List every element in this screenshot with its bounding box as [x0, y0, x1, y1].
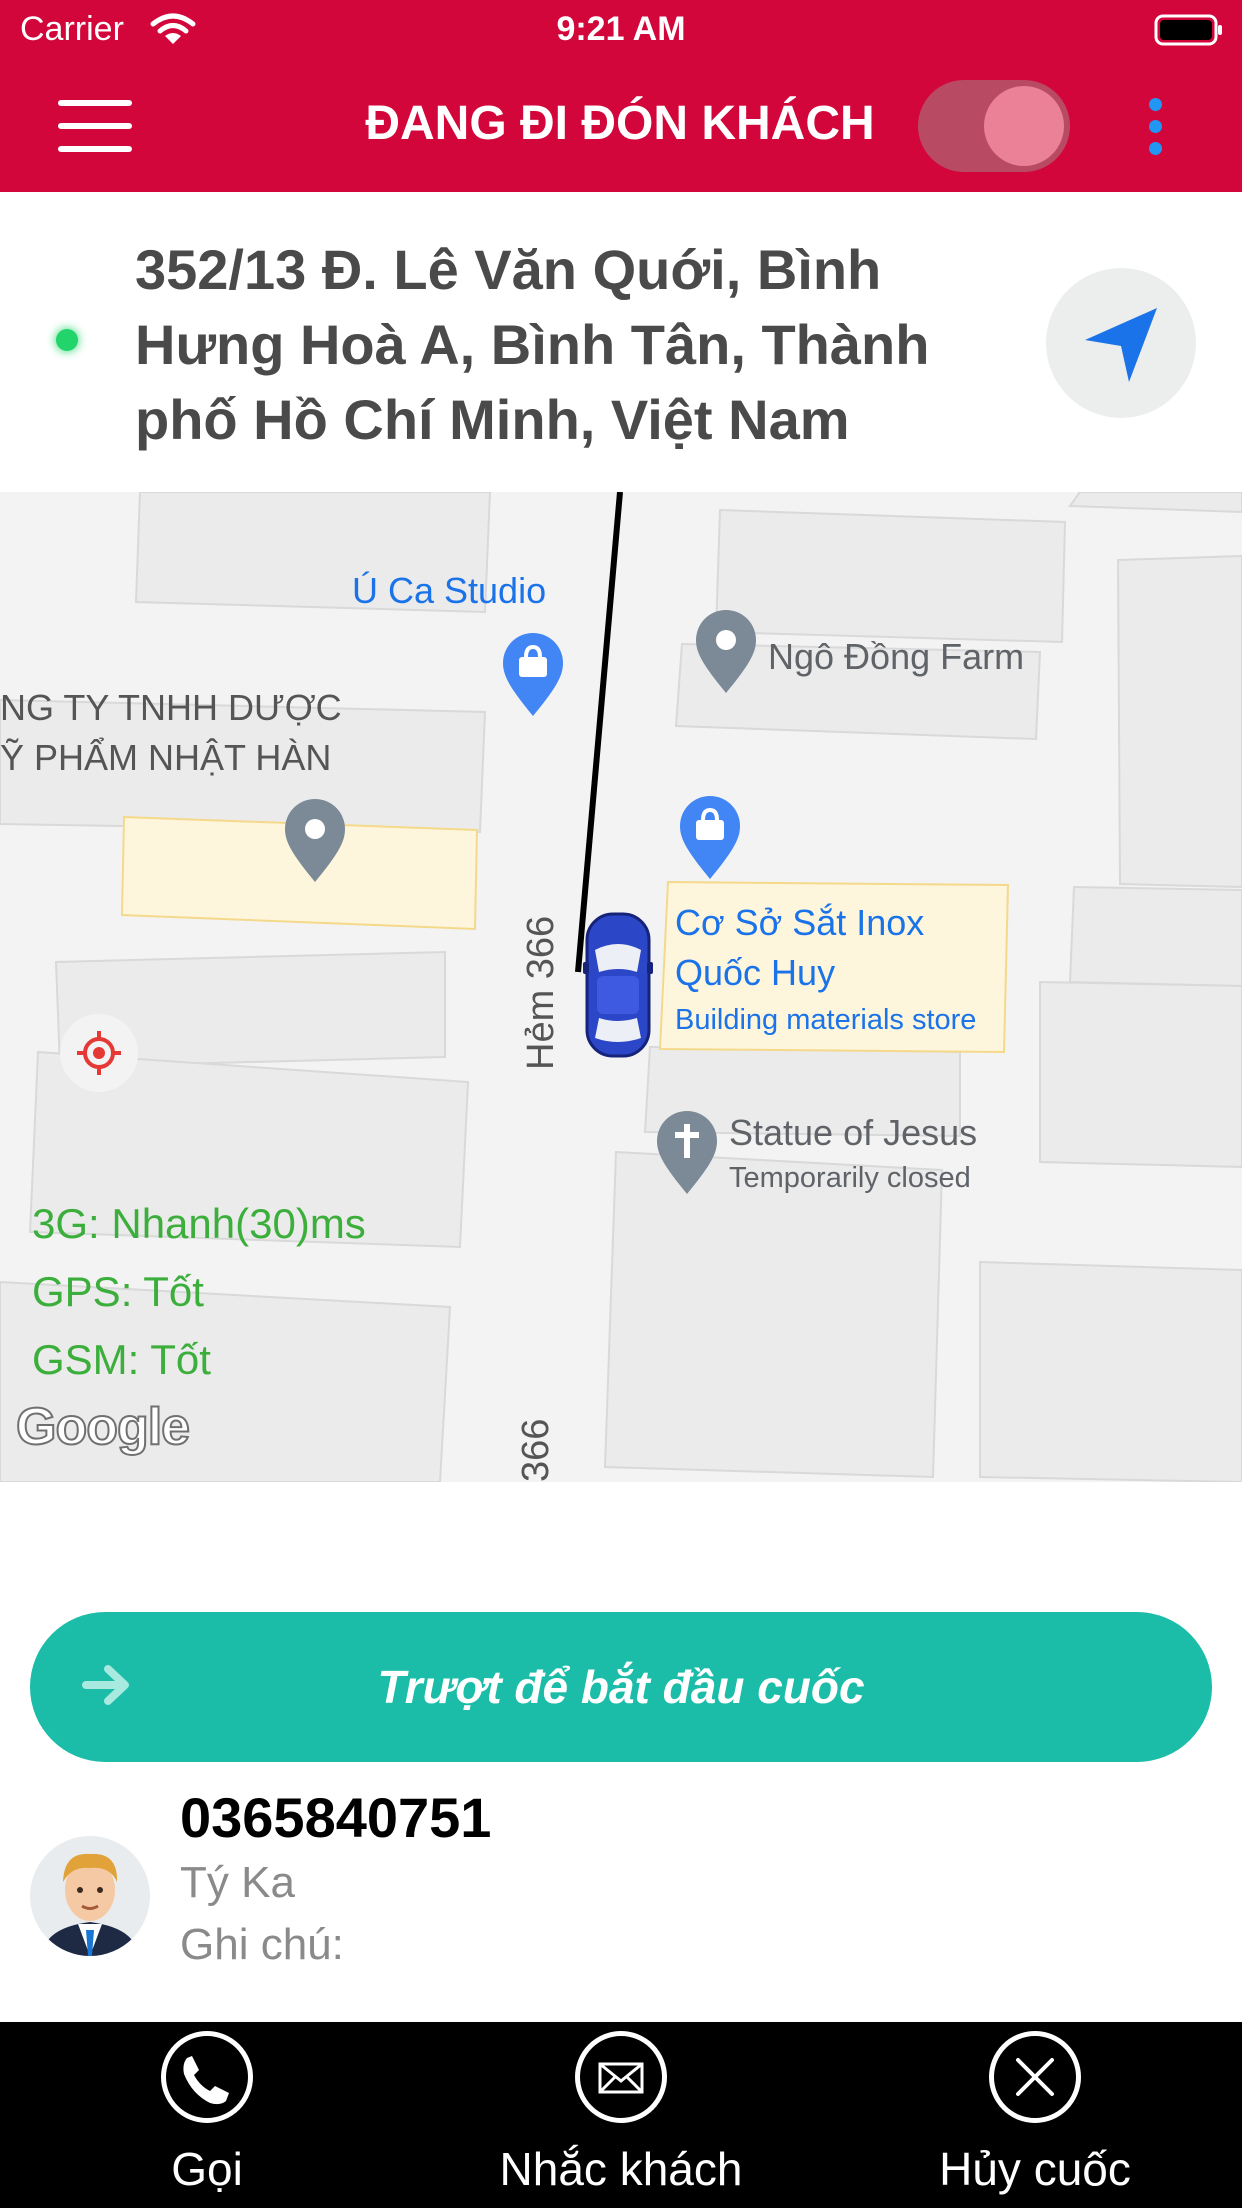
poi-statue-of-jesus[interactable]: Statue of Jesus [729, 1112, 977, 1154]
avatar [30, 1836, 150, 1956]
poi-inox-line1[interactable]: Cơ Sở Sắt Inox [675, 902, 924, 944]
gsm-status: GSM: Tốt [32, 1336, 211, 1383]
envelope-icon [598, 2062, 644, 2094]
cancel-circle [989, 2031, 1081, 2123]
navigate-button[interactable] [1046, 268, 1196, 418]
slide-label: Trượt để bắt đầu cuốc [377, 1661, 865, 1713]
bottom-action-bar: Gọi Nhắc khách Hủy cuốc [0, 2022, 1242, 2208]
poi-pharma-line1[interactable]: NG TY TNHH DƯỢC [0, 687, 342, 729]
map-view[interactable]: Ú Ca Studio Ngô Đồng Farm NG TY TNHH DƯỢ… [0, 492, 1242, 1482]
clock: 9:21 AM [556, 10, 686, 48]
customer-name: Tý Ka [180, 1858, 295, 1907]
car-icon [583, 912, 653, 1058]
menu-icon[interactable] [58, 96, 132, 156]
call-circle [161, 2031, 253, 2123]
poi-pharma-line2[interactable]: Ỹ PHẨM NHẬT HÀN [0, 737, 331, 779]
poi-inox-category: Building materials store [675, 1004, 977, 1036]
google-attribution: Google [15, 1397, 191, 1457]
street-label-366: 366 [515, 1418, 557, 1482]
remind-circle [575, 2031, 667, 2123]
customer-note: Ghi chú: [180, 1920, 344, 1969]
pickup-address: 352/13 Đ. Lê Văn Quới, Bình Hưng Hoà A, … [135, 238, 930, 451]
more-icon[interactable] [1140, 96, 1170, 156]
top-app-bar: ĐANG ĐI ĐÓN KHÁCH [0, 60, 1242, 192]
toggle-knob [984, 86, 1064, 166]
poi-statue-status: Temporarily closed [729, 1162, 971, 1194]
call-label: Gọi [171, 2143, 243, 2195]
remind-label: Nhắc khách [499, 2143, 743, 2195]
location-dot-icon [56, 329, 78, 351]
customer-phone[interactable]: 0365840751 [180, 1785, 491, 1850]
shopping-bag-pin-icon[interactable] [677, 795, 743, 881]
status-toggle[interactable] [918, 80, 1070, 172]
page-title: ĐANG ĐI ĐÓN KHÁCH [365, 97, 875, 150]
status-bar: Carrier 9:21 AM [0, 0, 1242, 60]
call-button[interactable]: Gọi [0, 2022, 414, 2208]
church-pin-icon[interactable] [654, 1110, 720, 1196]
cancel-trip-button[interactable]: Hủy cuốc [828, 2022, 1242, 2208]
gps-status: GPS: Tốt [32, 1268, 204, 1315]
pickup-address-panel: 352/13 Đ. Lê Văn Quới, Bình Hưng Hoà A, … [0, 192, 1242, 492]
close-icon [1016, 2058, 1054, 2096]
place-pin-icon[interactable] [693, 609, 759, 695]
battery-icon [1154, 14, 1222, 46]
recenter-target-icon [77, 1031, 121, 1075]
poi-uca-studio[interactable]: Ú Ca Studio [352, 570, 546, 612]
poi-inox-line2[interactable]: Quốc Huy [675, 952, 835, 994]
cancel-label: Hủy cuốc [939, 2143, 1131, 2195]
shopping-bag-pin-icon[interactable] [500, 632, 566, 718]
slide-to-start-button[interactable]: Trượt để bắt đầu cuốc [30, 1612, 1212, 1762]
network-status: 3G: Nhanh(30)ms [32, 1200, 366, 1247]
recenter-button[interactable] [60, 1014, 138, 1092]
navigation-arrow-icon [1085, 308, 1157, 382]
place-pin-icon[interactable] [282, 798, 348, 884]
poi-ngo-dong-farm[interactable]: Ngô Đồng Farm [768, 636, 1024, 678]
street-label-hem-366: Hẻm 366 [520, 915, 562, 1070]
phone-icon [183, 2056, 229, 2105]
remind-customer-button[interactable]: Nhắc khách [414, 2022, 828, 2208]
